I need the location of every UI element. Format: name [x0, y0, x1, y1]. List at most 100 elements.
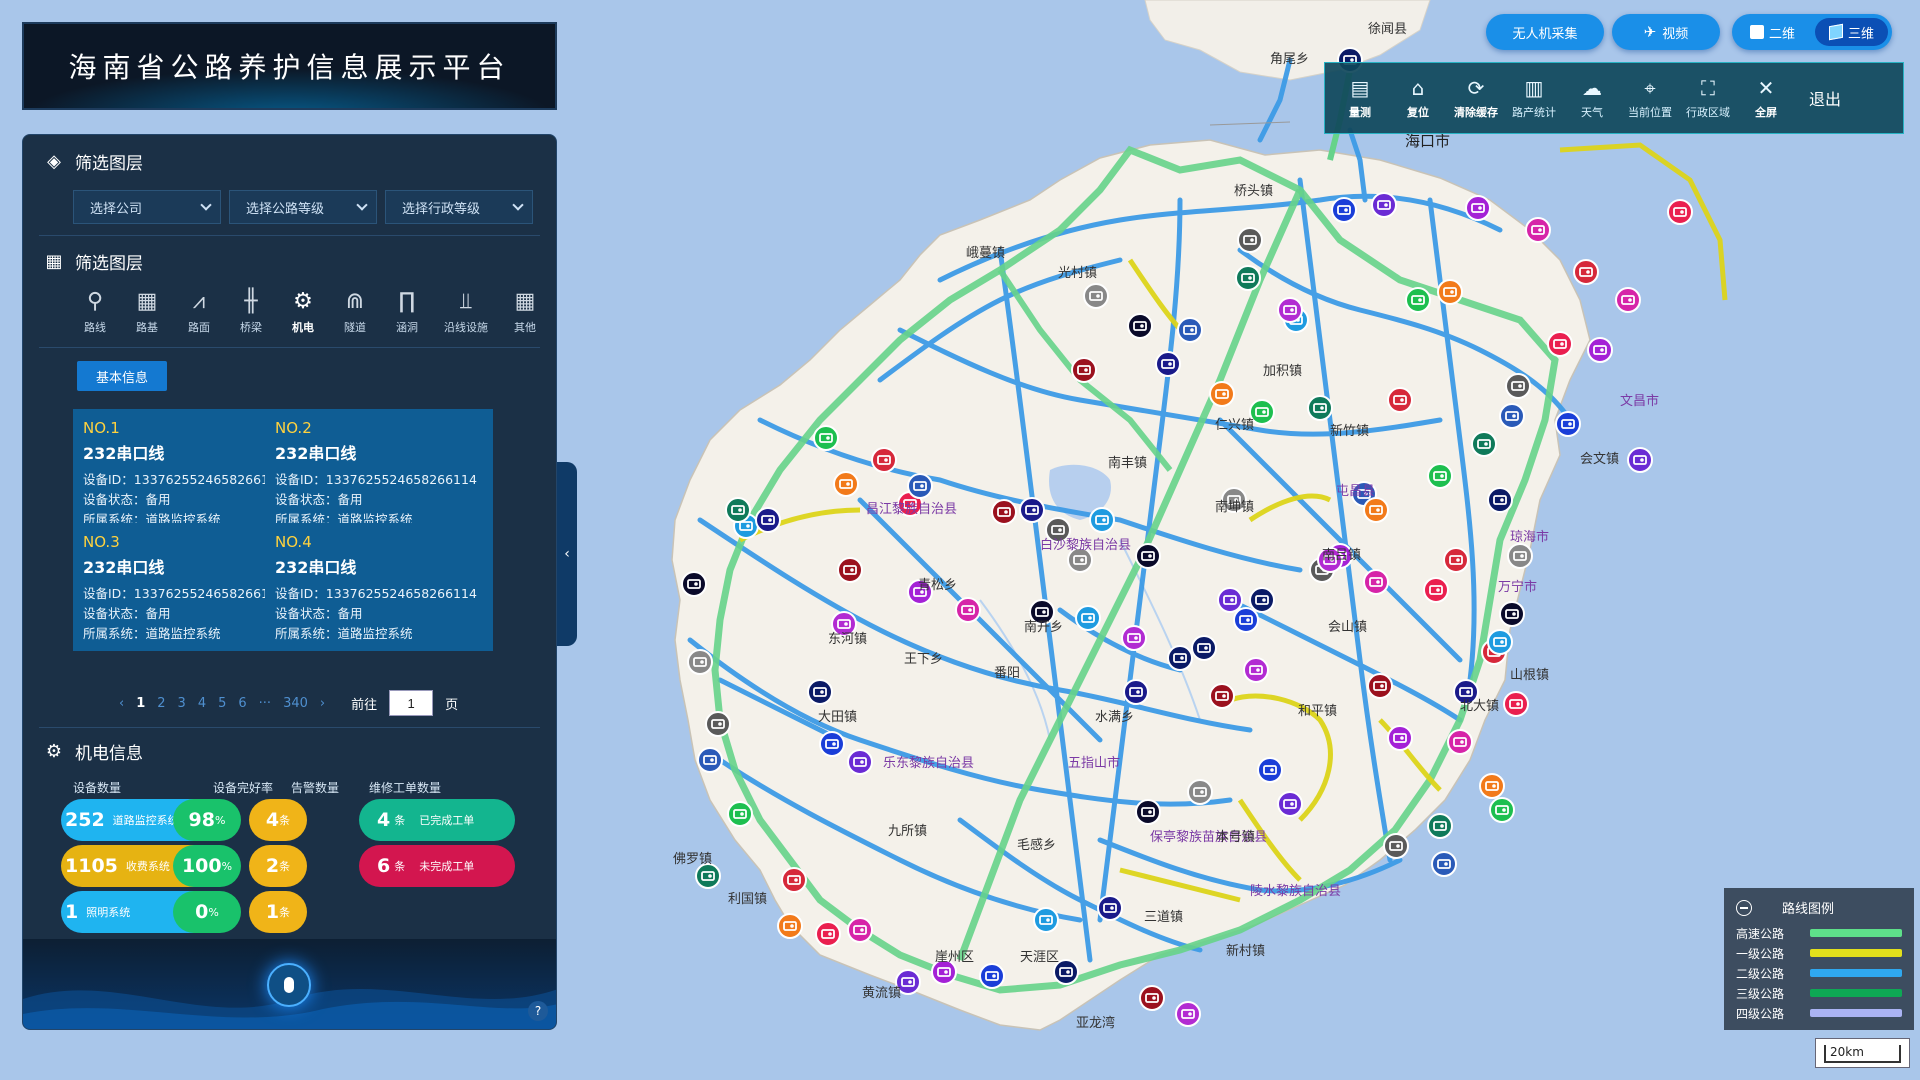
- device-marker[interactable]: [1423, 577, 1449, 603]
- device-marker[interactable]: [1075, 605, 1101, 631]
- device-marker[interactable]: [1479, 773, 1505, 799]
- device-marker[interactable]: [1363, 497, 1389, 523]
- layer-electromech[interactable]: ⚙ 机电: [279, 287, 327, 335]
- device-marker[interactable]: [1209, 683, 1235, 709]
- device-marker[interactable]: [1615, 287, 1641, 313]
- device-marker[interactable]: [1499, 601, 1525, 627]
- device-marker[interactable]: [1331, 197, 1357, 223]
- device-marker[interactable]: [777, 913, 803, 939]
- device-marker[interactable]: [1499, 403, 1525, 429]
- device-marker[interactable]: [1235, 265, 1261, 291]
- tool-locate[interactable]: ⌖ 当前位置: [1621, 68, 1679, 128]
- layer-bridge[interactable]: ╫ 桥梁: [227, 287, 275, 335]
- device-marker[interactable]: [1033, 907, 1059, 933]
- device-marker[interactable]: [1155, 351, 1181, 377]
- device-marker[interactable]: [1217, 587, 1243, 613]
- device-marker[interactable]: [847, 749, 873, 775]
- device-marker[interactable]: [1097, 895, 1123, 921]
- page-link[interactable]: 5: [218, 696, 226, 711]
- device-card[interactable]: NO.2 232串口线 设备ID：1337625524658266114 设备状…: [265, 409, 493, 537]
- page-link[interactable]: 4: [198, 696, 206, 711]
- device-marker[interactable]: [1427, 813, 1453, 839]
- select-company[interactable]: 选择公司: [73, 190, 221, 224]
- device-marker[interactable]: [1437, 279, 1463, 305]
- device-marker[interactable]: [1127, 313, 1153, 339]
- device-marker[interactable]: [1083, 283, 1109, 309]
- tool-region[interactable]: ⛶ 行政区域: [1679, 68, 1737, 128]
- page-number-input[interactable]: [389, 690, 434, 716]
- device-marker[interactable]: [819, 731, 845, 757]
- page-link[interactable]: ···: [259, 696, 271, 711]
- device-marker[interactable]: [1405, 287, 1431, 313]
- video-button[interactable]: ✈ 视频: [1612, 14, 1720, 50]
- device-marker[interactable]: [833, 471, 859, 497]
- device-marker[interactable]: [1257, 757, 1283, 783]
- help-button[interactable]: ?: [528, 1001, 548, 1021]
- device-marker[interactable]: [1123, 679, 1149, 705]
- select-road-grade[interactable]: 选择公路等级: [229, 190, 377, 224]
- device-marker[interactable]: [1525, 217, 1551, 243]
- device-marker[interactable]: [697, 747, 723, 773]
- view-mode-toggle[interactable]: 二维 三维: [1732, 14, 1892, 50]
- device-marker[interactable]: [1233, 607, 1259, 633]
- device-marker[interactable]: [837, 557, 863, 583]
- device-marker[interactable]: [1371, 192, 1397, 218]
- device-marker[interactable]: [1465, 195, 1491, 221]
- system-alarm-pill[interactable]: 2 条: [249, 845, 307, 887]
- device-marker[interactable]: [979, 963, 1005, 989]
- basic-info-tab[interactable]: 基本信息: [77, 361, 167, 391]
- device-marker[interactable]: [755, 507, 781, 533]
- device-marker[interactable]: [1555, 411, 1581, 437]
- layer-other-grid[interactable]: ▦ 其他: [501, 287, 549, 335]
- device-marker[interactable]: [1503, 691, 1529, 717]
- device-marker[interactable]: [1135, 799, 1161, 825]
- page-link[interactable]: 340: [283, 696, 308, 711]
- device-marker[interactable]: [1587, 337, 1613, 363]
- device-marker[interactable]: [1237, 227, 1263, 253]
- device-marker[interactable]: [871, 447, 897, 473]
- device-marker[interactable]: [1135, 543, 1161, 569]
- device-marker[interactable]: [1573, 259, 1599, 285]
- collapse-panel-button[interactable]: ‹: [557, 462, 577, 646]
- device-card[interactable]: NO.4 232串口线 设备ID：1337625524658266114 设备状…: [265, 523, 493, 651]
- device-marker[interactable]: [1277, 791, 1303, 817]
- device-marker[interactable]: [1431, 851, 1457, 877]
- device-marker[interactable]: [1307, 395, 1333, 421]
- device-marker[interactable]: [1167, 645, 1193, 671]
- device-marker[interactable]: [1627, 447, 1653, 473]
- tool-refresh[interactable]: ⟳ 清除缓存: [1447, 68, 1505, 128]
- device-marker[interactable]: [1187, 779, 1213, 805]
- device-marker[interactable]: [1363, 569, 1389, 595]
- system-alarm-pill[interactable]: 4 条: [249, 799, 307, 841]
- device-marker[interactable]: [1507, 543, 1533, 569]
- device-marker[interactable]: [1249, 587, 1275, 613]
- view-2d-button[interactable]: 二维: [1736, 18, 1809, 46]
- device-marker[interactable]: [1243, 657, 1269, 683]
- view-3d-button[interactable]: 三维: [1815, 18, 1888, 46]
- layer-route-pin[interactable]: ⚲ 路线: [71, 287, 119, 335]
- device-marker[interactable]: [847, 917, 873, 943]
- layer-roadbed[interactable]: ▦ 路基: [123, 287, 171, 335]
- device-marker[interactable]: [1383, 833, 1409, 859]
- tool-ruler[interactable]: ▤ 量测: [1331, 68, 1389, 128]
- device-marker[interactable]: [1471, 431, 1497, 457]
- device-marker[interactable]: [725, 497, 751, 523]
- device-marker[interactable]: [907, 473, 933, 499]
- device-marker[interactable]: [695, 863, 721, 889]
- device-marker[interactable]: [1443, 547, 1469, 573]
- device-marker[interactable]: [1121, 625, 1147, 651]
- device-marker[interactable]: [1487, 487, 1513, 513]
- work-order-pill[interactable]: 6 条 未完成工单: [359, 845, 515, 887]
- device-marker[interactable]: [1089, 507, 1115, 533]
- device-marker[interactable]: [1427, 463, 1453, 489]
- prev-page-button[interactable]: ‹: [119, 696, 124, 711]
- page-link[interactable]: 2: [157, 696, 165, 711]
- device-marker[interactable]: [1209, 381, 1235, 407]
- tool-cloud[interactable]: ☁ 天气: [1563, 68, 1621, 128]
- device-marker[interactable]: [1191, 635, 1217, 661]
- layer-roadside-facility[interactable]: ⫫ 沿线设施: [435, 287, 497, 335]
- exit-button[interactable]: 退出: [1809, 86, 1841, 110]
- device-marker[interactable]: [681, 571, 707, 597]
- drone-capture-button[interactable]: 无人机采集: [1486, 14, 1604, 50]
- device-marker[interactable]: [1447, 729, 1473, 755]
